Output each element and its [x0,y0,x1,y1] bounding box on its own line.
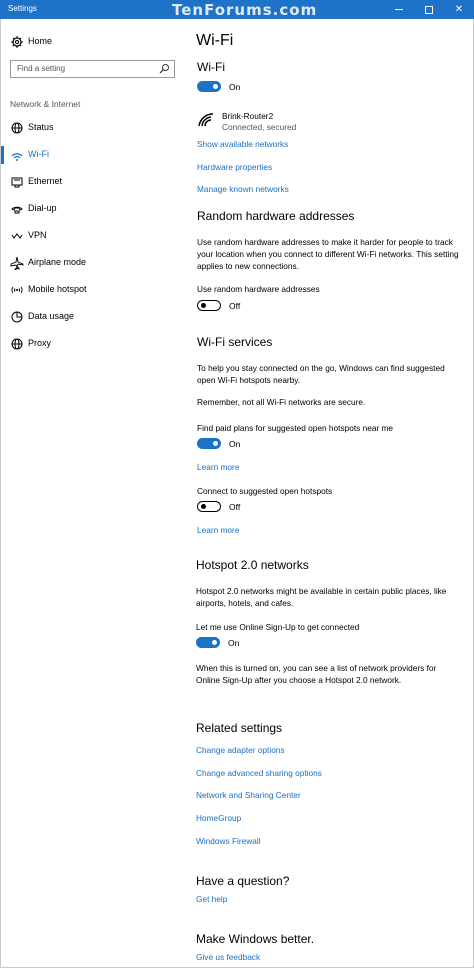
wifi-signal-icon [198,113,214,127]
wifi-toggle[interactable] [197,81,221,92]
maximize-button[interactable] [414,0,444,19]
random-description: Use random hardware addresses to make it… [197,237,459,271]
services-note: Remember, not all Wi-Fi networks are sec… [197,397,366,407]
sidebar-item-label: Ethernet [28,176,63,186]
paid-plans-label: Find paid plans for suggested open hotsp… [197,423,394,433]
feedback-heading: Make Windows better. [196,932,315,946]
online-signup-toggle-state: On [228,638,240,648]
minimize-button[interactable] [384,0,414,19]
globe-icon [11,122,23,134]
sidebar-item-mobile-hotspot[interactable]: Mobile hotspot [1,277,181,303]
sidebar-item-vpn[interactable]: VPN [1,223,181,249]
show-networks-link[interactable]: Show available networks [197,139,288,149]
connect-hotspots-toggle[interactable] [197,501,221,512]
random-toggle[interactable] [197,300,221,311]
services-description: To help you stay connected on the go, Wi… [197,363,445,385]
gear-icon [11,36,23,48]
search-icon [159,64,169,74]
globe-icon [11,338,23,350]
connect-hotspots-label: Connect to suggested open hotspots [197,486,333,496]
data-usage-icon [11,311,23,323]
close-button[interactable]: ✕ [444,0,474,19]
random-label: Use random hardware addresses [197,284,320,294]
sidebar-item-ethernet[interactable]: Ethernet [1,169,181,195]
sidebar-item-airplane[interactable]: Airplane mode [1,250,181,276]
network-status: Connected, secured [222,122,297,132]
learn-more-link-1[interactable]: Learn more [197,462,239,472]
learn-more-link-2[interactable]: Learn more [197,525,239,535]
wifi-heading: Wi-Fi [197,60,225,74]
sidebar-item-label: Mobile hotspot [28,284,87,294]
title-bar: Settings TenForums.com ✕ [0,0,474,19]
get-help-link[interactable]: Get help [196,894,227,904]
firewall-link[interactable]: Windows Firewall [196,836,261,846]
wifi-toggle-state: On [229,82,241,92]
random-toggle-state: Off [229,301,241,311]
search-placeholder: Find a setting [17,64,66,73]
vpn-icon [11,233,23,239]
close-icon: ✕ [454,4,464,15]
selection-indicator [1,146,4,164]
hotspot-description: Hotspot 2.0 networks might be available … [196,586,447,608]
services-heading: Wi-Fi services [197,335,273,349]
homegroup-link[interactable]: HomeGroup [196,813,241,823]
sidebar-home-label: Home [28,36,53,46]
paid-plans-toggle-state: On [229,439,241,449]
adapter-options-link[interactable]: Change adapter options [196,745,285,755]
sidebar-item-label: Data usage [28,311,75,321]
sidebar-item-data-usage[interactable]: Data usage [1,304,181,330]
page-title: Wi-Fi [196,32,234,49]
manage-networks-link[interactable]: Manage known networks [197,184,289,194]
maximize-icon [425,5,433,14]
online-signup-toggle[interactable] [196,637,220,648]
sidebar-item-dialup[interactable]: Dial-up [1,196,181,222]
question-heading: Have a question? [196,874,290,888]
paid-plans-toggle[interactable] [197,438,221,449]
search-input[interactable]: Find a setting [10,60,175,78]
sidebar-item-label: Status [28,122,54,132]
sidebar-item-label: Dial-up [28,203,57,213]
sidebar-item-status[interactable]: Status [1,115,181,141]
hotspot-heading: Hotspot 2.0 networks [196,558,309,572]
wifi-icon [11,153,23,161]
feedback-link[interactable]: Give us feedback [196,952,260,962]
hardware-properties-link[interactable]: Hardware properties [197,162,272,172]
sidebar-item-label: Proxy [28,338,52,348]
watermark: TenForums.com [172,1,318,19]
sidebar-section-title: Network & Internet [10,99,81,109]
connect-hotspots-toggle-state: Off [229,502,241,512]
sidebar-item-label: VPN [28,230,47,240]
hotspot-icon [11,286,23,294]
network-name[interactable]: Brink-Router2 [222,111,273,121]
sharing-center-link[interactable]: Network and Sharing Center [196,790,301,800]
sidebar-item-label: Wi-Fi [28,149,49,159]
related-heading: Related settings [196,721,283,735]
window-title: Settings [8,4,37,13]
ethernet-icon [11,177,23,188]
sidebar-item-wifi[interactable]: Wi-Fi [1,142,181,168]
sharing-options-link[interactable]: Change advanced sharing options [196,768,322,778]
airplane-icon [10,256,24,270]
dialup-icon [11,206,23,214]
minimize-icon [395,9,403,10]
settings-window: Home Find a setting Network & Internet S… [0,19,474,968]
sidebar-item-proxy[interactable]: Proxy [1,331,181,357]
online-signup-note: When this is turned on, you can see a li… [196,663,437,685]
sidebar-item-label: Airplane mode [28,257,87,267]
online-signup-label: Let me use Online Sign-Up to get connect… [196,622,360,632]
random-heading: Random hardware addresses [197,209,355,223]
sidebar-home[interactable]: Home [1,29,181,55]
